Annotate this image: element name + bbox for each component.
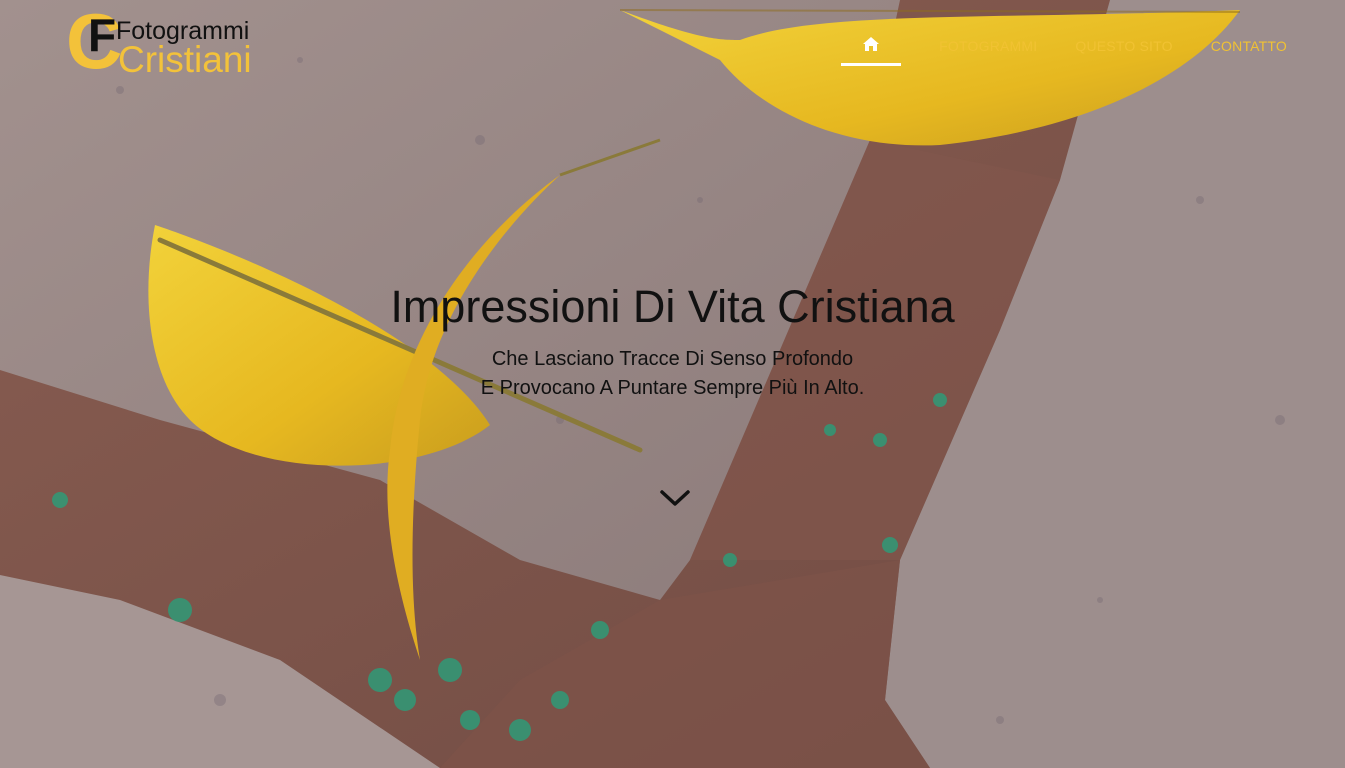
nav-home[interactable] bbox=[841, 36, 902, 66]
site-logo[interactable]: C F Fotogrammi Cristiani bbox=[66, 2, 266, 82]
hero-subtitle-line2: E Provocano A Puntare Sempre Più In Alto… bbox=[480, 377, 865, 399]
hero-text: Impressioni Di Vita Cristiana Che Lascia… bbox=[0, 283, 1345, 403]
home-icon bbox=[863, 37, 880, 51]
hero-section: C F Fotogrammi Cristiani FOTOGRAMMI QUES… bbox=[0, 0, 1345, 768]
logo-text-line2: Cristiani bbox=[118, 39, 252, 80]
chevron-down-icon[interactable] bbox=[657, 486, 693, 510]
main-nav: FOTOGRAMMI QUESTO SITO CONTATTO bbox=[841, 36, 1287, 66]
nav-item-questo-sito[interactable]: QUESTO SITO bbox=[1075, 38, 1172, 54]
hero-subtitle-line1: Che Lasciano Tracce Di Senso Profondo bbox=[491, 348, 854, 370]
hero-subtitle: Che Lasciano Tracce Di Senso Profondo E … bbox=[0, 345, 1345, 403]
logo-monogram-f: F bbox=[88, 9, 117, 61]
nav-item-contatto[interactable]: CONTATTO bbox=[1211, 38, 1287, 54]
hero-title: Impressioni Di Vita Cristiana bbox=[390, 281, 955, 332]
nav-item-fotogrammi[interactable]: FOTOGRAMMI bbox=[939, 38, 1037, 54]
